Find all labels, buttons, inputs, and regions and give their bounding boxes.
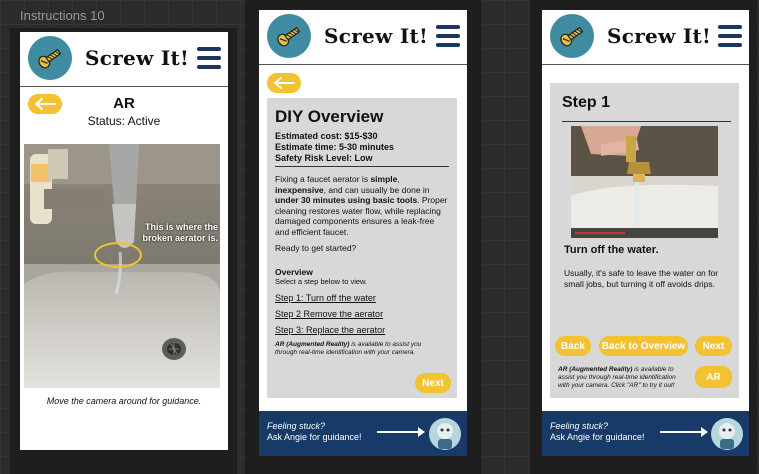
screw-logo-icon[interactable] — [267, 14, 311, 58]
arrow-right-icon — [660, 427, 708, 437]
back-button[interactable]: Back — [555, 336, 591, 356]
back-arrow-icon[interactable] — [267, 73, 301, 93]
footer-question: Feeling stuck? — [267, 421, 326, 431]
screen-ar-frame: Screw It! AR Status: Active This is wher… — [10, 28, 237, 474]
help-footer[interactable]: Feeling stuck? Ask Angie for guidance! — [542, 411, 749, 456]
screen-ar: Screw It! AR Status: Active This is wher… — [20, 32, 228, 450]
camera-view[interactable]: This is where the broken aerator is. — [24, 144, 220, 388]
step-title: Step 1 — [562, 94, 611, 111]
next-button[interactable]: Next — [415, 373, 451, 393]
hamburger-menu-icon[interactable] — [436, 25, 460, 47]
ar-callout-text: This is where the broken aerator is. — [142, 222, 218, 243]
brand-name: Screw It! — [324, 24, 429, 48]
overview-heading: Overview — [275, 267, 313, 277]
footer-question: Feeling stuck? — [550, 421, 609, 431]
arrow-right-icon — [377, 427, 425, 437]
aerator-highlight-ring — [94, 242, 142, 268]
overview-card: DIY Overview Estimated cost: $15-$30 Est… — [267, 98, 457, 398]
screw-logo-icon[interactable] — [28, 36, 72, 80]
ar-button[interactable]: AR — [695, 366, 732, 388]
app-header: Screw It! — [259, 10, 467, 65]
title-divider — [562, 121, 731, 122]
step-heading: Turn off the water. — [564, 244, 659, 256]
overview-paragraph: Fixing a faucet aerator is simple, inexp… — [275, 174, 448, 237]
step-link-1[interactable]: Step 1: Turn off the water — [275, 293, 449, 303]
ready-prompt: Ready to get started? — [275, 243, 357, 253]
angie-avatar-icon[interactable] — [711, 418, 743, 450]
back-to-overview-button[interactable]: Back to Overview — [599, 336, 688, 356]
camera-hint: Move the camera around for guidance. — [46, 396, 202, 406]
next-button[interactable]: Next — [695, 336, 732, 356]
step-video[interactable] — [571, 126, 718, 238]
hamburger-menu-icon[interactable] — [197, 47, 221, 69]
video-frame — [571, 126, 718, 238]
step-body: Usually, it's safe to leave the water on… — [564, 268, 719, 289]
app-header: Screw It! — [20, 32, 228, 87]
screen-overview: Screw It! DIY Overview Estimated cost: $… — [259, 10, 467, 456]
screen-overview-frame: Screw It! DIY Overview Estimated cost: $… — [245, 0, 481, 474]
help-footer[interactable]: Feeling stuck? Ask Angie for guidance! — [259, 411, 467, 456]
step-link-3[interactable]: Step 3: Replace the aerator — [275, 325, 449, 335]
footer-text: Feeling stuck? Ask Angie for guidance! — [550, 421, 645, 443]
frame-label: Instructions 10 — [20, 8, 105, 23]
footer-text: Feeling stuck? Ask Angie for guidance! — [267, 421, 362, 443]
brand-name: Screw It! — [607, 24, 712, 48]
footer-prompt: Ask Angie for guidance! — [550, 432, 645, 442]
ar-info-text: AR (Augmented Reality) is available to a… — [275, 341, 422, 356]
screen-step1: Screw It! Step 1 Turn off the water. Usu… — [542, 10, 749, 456]
screen-step1-frame: Screw It! Step 1 Turn off the water. Usu… — [530, 0, 757, 474]
overview-subtext: Select a step below to view. — [275, 277, 368, 286]
brand-name: Screw It! — [85, 46, 190, 70]
safety-risk: Safety Risk Level: Low — [275, 153, 449, 167]
app-header: Screw It! — [542, 10, 749, 65]
footer-prompt: Ask Angie for guidance! — [267, 432, 362, 442]
ar-info-text: AR (Augmented Reality) is available to a… — [558, 366, 676, 389]
hamburger-menu-icon[interactable] — [718, 25, 742, 47]
step-card: Step 1 Turn off the water. Usually, it's… — [550, 83, 739, 398]
angie-avatar-icon[interactable] — [429, 418, 461, 450]
overview-title: DIY Overview — [275, 107, 384, 126]
estimated-time: Estimate time: 5-30 minutes — [275, 142, 395, 152]
page-title: AR — [113, 95, 135, 112]
estimated-cost: Estimated cost: $15-$30 — [275, 131, 378, 141]
status-text: Status: Active — [87, 114, 161, 128]
screw-logo-icon[interactable] — [550, 14, 594, 58]
step-link-2[interactable]: Step 2 Remove the aerator — [275, 309, 449, 319]
